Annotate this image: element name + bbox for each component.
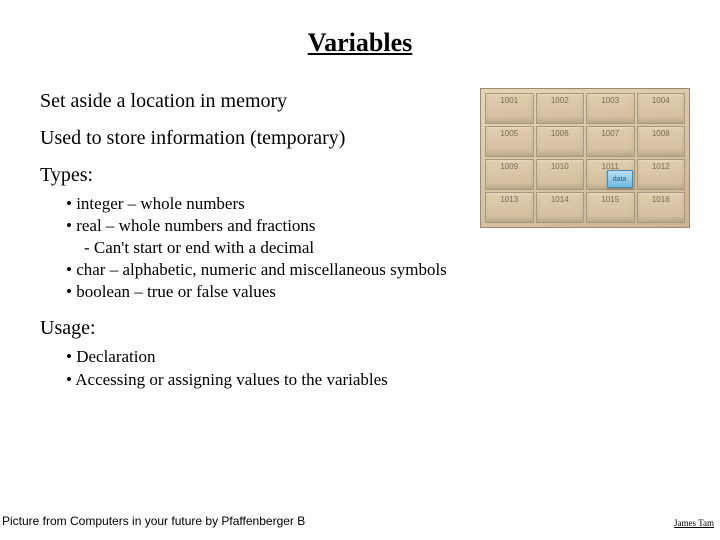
picture-credit: Picture from Computers in your future by… — [2, 514, 305, 528]
data-chip: data — [607, 170, 633, 188]
memory-cell: 1010 — [536, 159, 585, 190]
type-real-note: Can't start or end with a decimal — [40, 237, 700, 259]
types-list-cont: char – alphabetic, numeric and miscellan… — [40, 259, 700, 303]
memory-cell: 1002 — [536, 93, 585, 124]
memory-cell: 1005 — [485, 126, 534, 157]
memory-grid: 1001100210031004 1005100610071008 10091010… — [480, 88, 690, 228]
author-name: James Tam — [674, 518, 714, 528]
memory-cell: 1008 — [637, 126, 686, 157]
type-boolean: boolean – true or false values — [66, 281, 700, 303]
usage-list: Declaration Accessing or assigning value… — [40, 346, 700, 390]
memory-cell: 1003 — [586, 93, 635, 124]
memory-cell: 1007 — [586, 126, 635, 157]
memory-cell: 1016 — [637, 192, 686, 223]
memory-cell: 1015 — [586, 192, 635, 223]
memory-cell: 1012 — [637, 159, 686, 190]
memory-cell: 1013 — [485, 192, 534, 223]
type-char: char – alphabetic, numeric and miscellan… — [66, 259, 700, 281]
memory-cell: 1014 — [536, 192, 585, 223]
memory-cell: 1004 — [637, 93, 686, 124]
usage-access: Accessing or assigning values to the var… — [66, 369, 700, 391]
slide-title: Variables — [0, 0, 720, 76]
usage-declaration: Declaration — [66, 346, 700, 368]
memory-cell: 1001 — [485, 93, 534, 124]
memory-cell: 1006 — [536, 126, 585, 157]
memory-diagram: 1001100210031004 1005100610071008 10091010… — [480, 88, 690, 228]
usage-heading: Usage: — [40, 317, 700, 340]
memory-cell: 1009 — [485, 159, 534, 190]
memory-cell: 1011data — [586, 159, 635, 190]
